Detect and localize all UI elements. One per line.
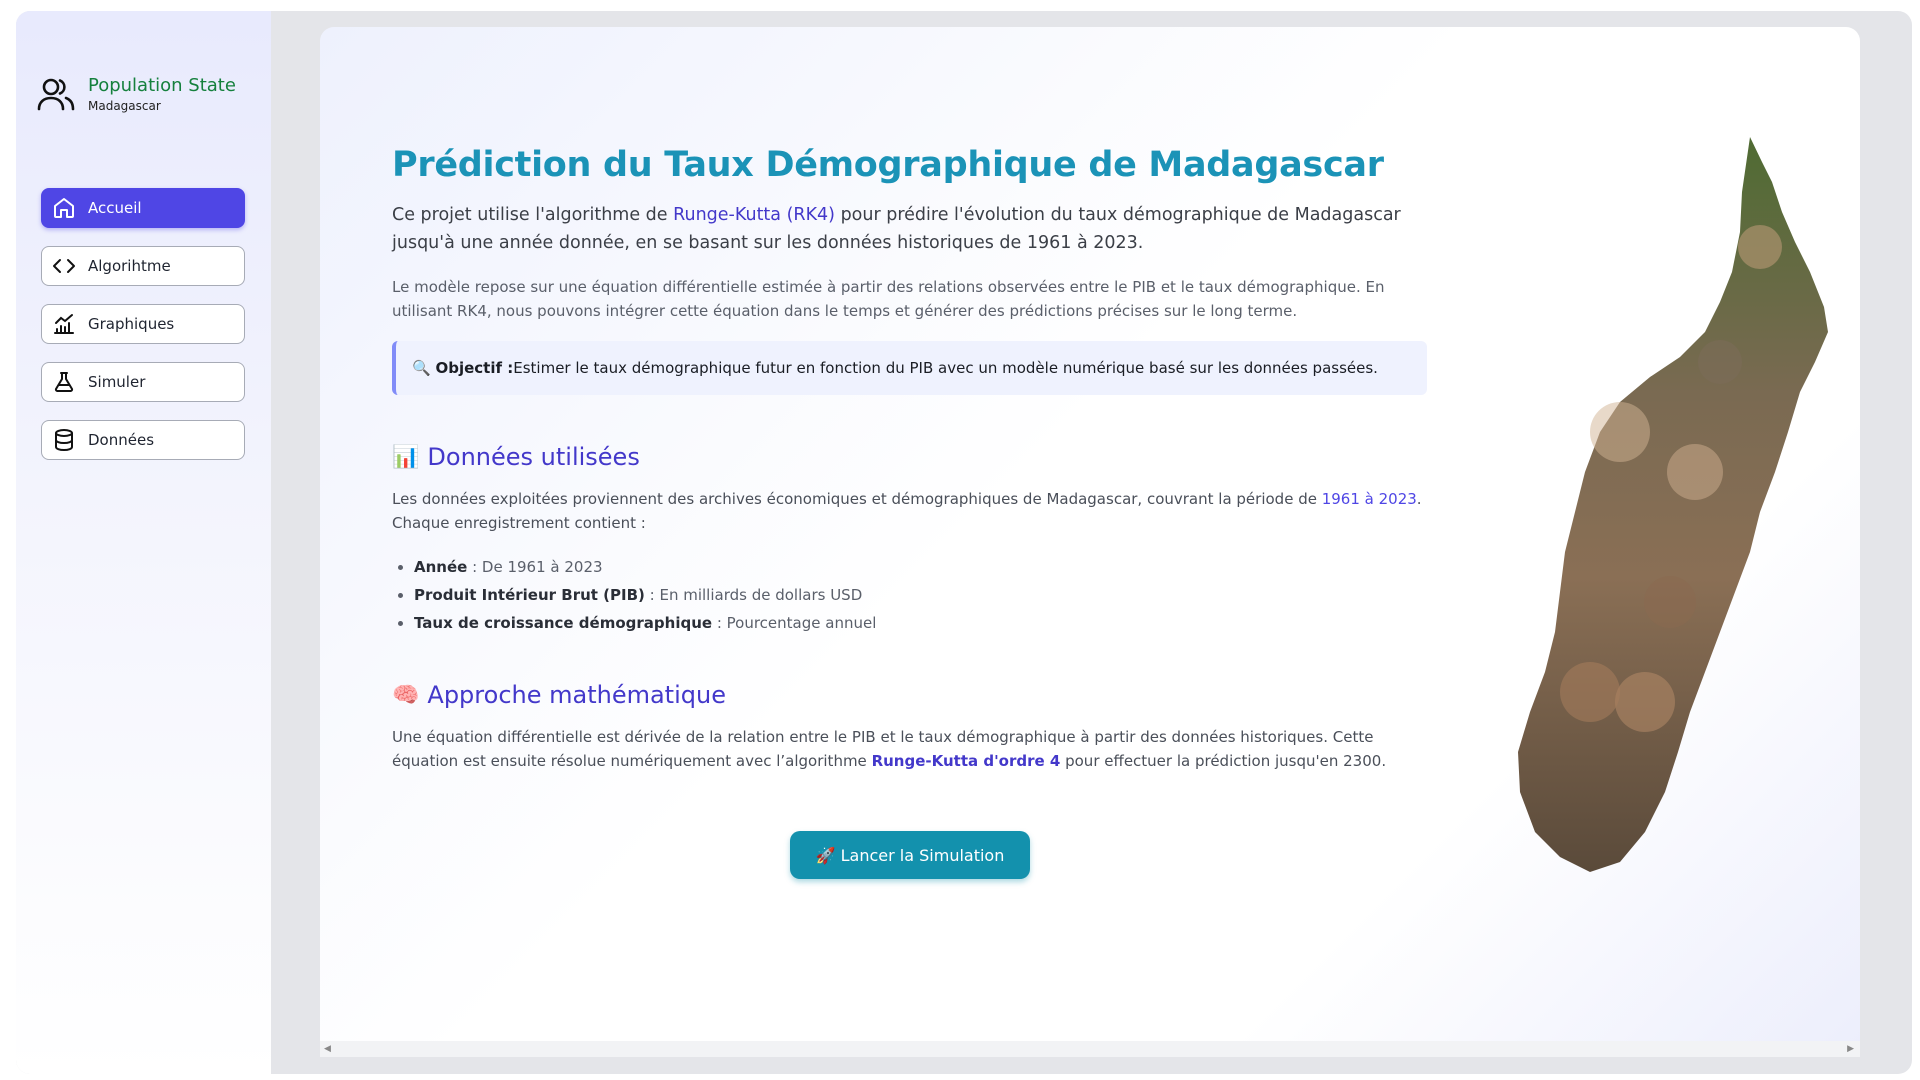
model-description: Le modèle repose sur une équation différ…	[392, 278, 1385, 320]
users-icon	[37, 78, 75, 111]
bar-chart-icon: 📊	[392, 444, 420, 470]
brain-icon: 🧠	[392, 682, 420, 708]
database-icon	[55, 429, 73, 452]
math-text-end: pour effectuer la prédiction jusqu'en 23…	[1060, 752, 1387, 770]
sidebar-item-donnees[interactable]: Données	[41, 420, 245, 460]
list-item: Taux de croissance démographique : Pourc…	[414, 609, 1427, 637]
callout-text: Estimer le taux démographique futur en f…	[513, 359, 1378, 377]
section-heading-math: 🧠 Approche mathématique	[392, 681, 1427, 709]
rk4-highlight: Runge-Kutta (RK4)	[673, 205, 835, 225]
sidebar-item-simuler[interactable]: Simuler	[41, 362, 245, 402]
sidebar-item-algorihtme[interactable]: Algorihtme	[41, 246, 245, 286]
sidebar-item-accueil[interactable]: Accueil	[41, 188, 245, 228]
code-icon	[53, 259, 75, 273]
sidebar-item-label: Accueil	[88, 199, 142, 217]
math-description: Une équation différentielle est dérivée …	[392, 725, 1427, 773]
brand-title: Population State	[88, 75, 236, 96]
launch-simulation-button[interactable]: 🚀 Lancer la Simulation	[790, 831, 1030, 879]
brand-subtitle: Madagascar	[88, 99, 161, 113]
item-text: : De 1961 à 2023	[467, 558, 603, 576]
section-title: Données utilisées	[427, 443, 640, 471]
section-title: Approche mathématique	[427, 681, 726, 709]
sidebar-item-label: Graphiques	[88, 315, 175, 333]
list-item: Année : De 1961 à 2023	[414, 553, 1427, 581]
main-content: Prédiction du Taux Démographique de Mada…	[320, 27, 1860, 1056]
data-description: Les données exploitées proviennent des a…	[392, 487, 1427, 535]
rk4-order-highlight: Runge-Kutta d'ordre 4	[871, 752, 1061, 770]
item-label: Taux de croissance démographique	[414, 614, 713, 632]
item-label: Année	[414, 558, 468, 576]
sidebar-nav: Accueil Algorihtme Graphiques Simuler Do…	[41, 188, 245, 478]
item-label: Produit Intérieur Brut (PIB)	[414, 586, 645, 604]
sidebar-item-label: Simuler	[88, 373, 146, 391]
intro-lead: Ce projet utilise l'algorithme de Runge-…	[392, 201, 1427, 257]
page-title: Prédiction du Taux Démographique de Mada…	[392, 145, 1384, 185]
app-window: Population State Madagascar Accueil Algo…	[16, 11, 1912, 1074]
brand: Population State Madagascar	[36, 75, 236, 115]
horizontal-scrollbar[interactable]: ◀ ▶	[320, 1041, 1860, 1057]
list-item: Produit Intérieur Brut (PIB) : En millia…	[414, 581, 1427, 609]
magnifier-icon: 🔍	[412, 359, 431, 377]
sidebar: Population State Madagascar Accueil Algo…	[16, 11, 271, 1074]
section-heading-data: 📊 Données utilisées	[392, 443, 1427, 471]
home-icon	[54, 198, 74, 218]
sidebar-item-label: Algorihtme	[88, 257, 171, 275]
data-fields-list: Année : De 1961 à 2023 Produit Intérieur…	[392, 553, 1427, 637]
objective-callout: 🔍 Objectif : Estimer le taux démographiq…	[392, 341, 1427, 395]
item-text: : En milliards de dollars USD	[644, 586, 863, 604]
data-text: Les données exploitées proviennent des a…	[392, 490, 1322, 508]
period-highlight: 1961 à 2023	[1321, 490, 1417, 508]
item-text: : Pourcentage annuel	[712, 614, 877, 632]
lead-text: Ce projet utilise l'algorithme de	[392, 205, 674, 225]
flask-icon	[54, 372, 74, 392]
scroll-right-icon[interactable]: ▶	[1847, 1044, 1854, 1054]
sidebar-item-graphiques[interactable]: Graphiques	[41, 304, 245, 344]
chart-icon	[54, 314, 74, 334]
madagascar-map-image	[1518, 137, 1828, 872]
callout-label: Objectif :	[435, 359, 514, 377]
sidebar-item-label: Données	[88, 431, 155, 449]
scroll-left-icon[interactable]: ◀	[324, 1044, 331, 1054]
